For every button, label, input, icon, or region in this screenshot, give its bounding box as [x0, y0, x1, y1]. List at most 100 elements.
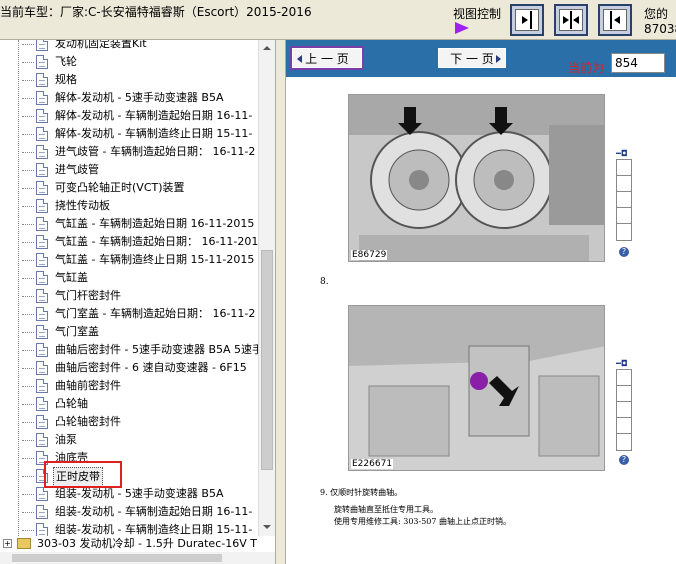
tree-item[interactable]: 解体-发动机 - 车辆制造终止日期 15-11- [0, 125, 258, 143]
tree-item-label: 凸轮轴 [55, 397, 88, 410]
tree-connector [22, 206, 34, 207]
camshaft-gears-illustration [349, 95, 604, 261]
tree-item-label: 气门杆密封件 [55, 289, 121, 302]
tree-connector [22, 278, 34, 279]
expand-icon[interactable]: + [3, 539, 12, 548]
panel-splitter[interactable] [275, 40, 286, 564]
scroll-up-button[interactable] [259, 40, 276, 57]
tree-item[interactable]: 规格 [0, 71, 258, 89]
tree-item[interactable]: 气缸盖 - 车辆制造起始日期： 16-11-201 [0, 233, 258, 251]
scroll-down-button[interactable] [259, 519, 276, 536]
tree-item[interactable]: 曲轴后密封件 - 6 速自动变速器 - 6F15 [0, 359, 258, 377]
view-left-panel-button[interactable] [598, 4, 632, 36]
arrow-right-icon [496, 55, 501, 63]
tree-connector [22, 98, 34, 99]
tree-item[interactable]: 曲轴前密封件 [0, 377, 258, 395]
document-icon [36, 199, 48, 213]
current-page-label: 当前为 [568, 61, 605, 75]
tree-connector [22, 476, 34, 477]
tree-item[interactable]: 气门室盖 - 车辆制造起始日期： 16-11-2 [0, 305, 258, 323]
tree-connector [22, 152, 34, 153]
tree-item[interactable]: 凸轮轴密封件 [0, 413, 258, 431]
tree-item-label: 飞轮 [55, 55, 77, 68]
next-page-button[interactable]: 下 一 页 [438, 48, 506, 68]
tree-item-label: 气门室盖 [55, 325, 99, 338]
tree-item[interactable]: 气门室盖 [0, 323, 258, 341]
tree-item[interactable]: 油泵 [0, 431, 258, 449]
hscroll-thumb[interactable] [12, 554, 222, 562]
tree-item[interactable]: 组装-发动机 - 车辆制造终止日期 15-11- [0, 521, 258, 536]
document-icon [36, 109, 48, 123]
document-icon [36, 163, 48, 177]
document-icon [36, 235, 48, 249]
document-icon [36, 379, 48, 393]
tree-connector [22, 350, 34, 351]
tree-item-label: 挠性传动板 [55, 199, 110, 212]
tree-item-label: 曲轴前密封件 [55, 379, 121, 392]
view-split-panel-button[interactable] [554, 4, 588, 36]
tree-item[interactable]: 气缸盖 - 车辆制造起始日期 16-11-2015 [0, 215, 258, 233]
document-icon [36, 325, 48, 339]
document-icon [36, 217, 48, 231]
tree-item[interactable]: 气门杆密封件 [0, 287, 258, 305]
tool-strip-1-header-icon: ━◘ [616, 149, 628, 158]
tree-connector [22, 458, 34, 459]
view-right-panel-button[interactable] [510, 4, 544, 36]
document-icon [36, 181, 48, 195]
tree-connector [22, 512, 34, 513]
tree-horizontal-scrollbar[interactable] [0, 552, 275, 564]
tree-connector [22, 332, 34, 333]
prev-page-button[interactable]: 上 一 页 [290, 46, 364, 70]
top-bar: 当前车型：厂家:C-长安福特福睿斯（Escort）2015-2016 视图控制 … [0, 0, 676, 40]
scroll-thumb[interactable] [261, 250, 273, 470]
help-icon-2[interactable]: ? [619, 455, 629, 465]
next-page-label: 下 一 页 [450, 51, 494, 66]
tree-item-label: 发动机固定装置Kit [55, 40, 147, 50]
tree-connector [22, 188, 34, 189]
panel-right-icon [515, 9, 539, 31]
tree-item[interactable]: 组装-发动机 - 车辆制造起始日期 16-11- [0, 503, 258, 521]
tree-item[interactable]: 挠性传动板 [0, 197, 258, 215]
document-icon [36, 433, 48, 447]
tree-connector [22, 260, 34, 261]
tree-item[interactable]: 气缸盖 [0, 269, 258, 287]
tree-item[interactable]: 凸轮轴 [0, 395, 258, 413]
tree-item[interactable]: 气缸盖 - 车辆制造终止日期 15-11-2015 [0, 251, 258, 269]
document-icon [36, 145, 48, 159]
view-control-label: 视图控制 [453, 7, 502, 21]
tree-item[interactable]: 油底壳 [0, 449, 258, 467]
figure-camshaft-gears: E86729 [348, 94, 605, 262]
tree-connector [22, 422, 34, 423]
tree-item-label: 组装-发动机 - 车辆制造终止日期 15-11- [55, 523, 253, 536]
tree-item[interactable]: 进气歧管 [0, 161, 258, 179]
tree-connector [22, 224, 34, 225]
tree-item[interactable]: 组装-发动机 - 5速手动变速器 B5A [0, 485, 258, 503]
document-icon [36, 361, 48, 375]
tree-folder-label: 303-03 发动机冷却 - 1.5升 Duratec-16V T [37, 537, 257, 550]
tree-connector [22, 62, 34, 63]
tree-item-label: 进气歧管 [55, 163, 99, 176]
prev-page-label: 上 一 页 [305, 51, 349, 66]
document-icon [36, 523, 48, 536]
figure-1-label: E86729 [351, 250, 388, 260]
tool-strip-2-header-icon: ━◘ [616, 359, 628, 368]
tree-item[interactable]: 解体-发动机 - 车辆制造起始日期 16-11- [0, 107, 258, 125]
help-icon[interactable]: ? [619, 247, 629, 257]
tree-item[interactable]: 解体-发动机 - 5速手动变速器 B5A [0, 89, 258, 107]
tree-item[interactable]: 发动机固定装置Kit [0, 40, 258, 53]
tree-item-label: 解体-发动机 - 5速手动变速器 B5A [55, 91, 224, 104]
document-icon [36, 343, 48, 357]
tree-item[interactable]: 可变凸轮轴正时(VCT)装置 [0, 179, 258, 197]
current-page-input[interactable]: 854 [611, 53, 665, 73]
tree-item[interactable]: 飞轮 [0, 53, 258, 71]
tree-vertical-scrollbar[interactable] [258, 40, 276, 536]
tree-connector [22, 314, 34, 315]
tree-item[interactable]: 进气歧管 - 车辆制造起始日期： 16-11-2 [0, 143, 258, 161]
panel-left-icon [603, 9, 627, 31]
tree-connector [22, 530, 34, 531]
tree-item[interactable]: 正时皮带 [0, 467, 258, 487]
tree-item[interactable]: 曲轴后密封件 - 5速手动变速器 B5A 5速手 [0, 341, 258, 359]
tree-folder-row[interactable]: + 303-03 发动机冷却 - 1.5升 Duratec-16V T [0, 536, 275, 552]
tree-item-label: 规格 [55, 73, 77, 86]
tree-connector [22, 404, 34, 405]
